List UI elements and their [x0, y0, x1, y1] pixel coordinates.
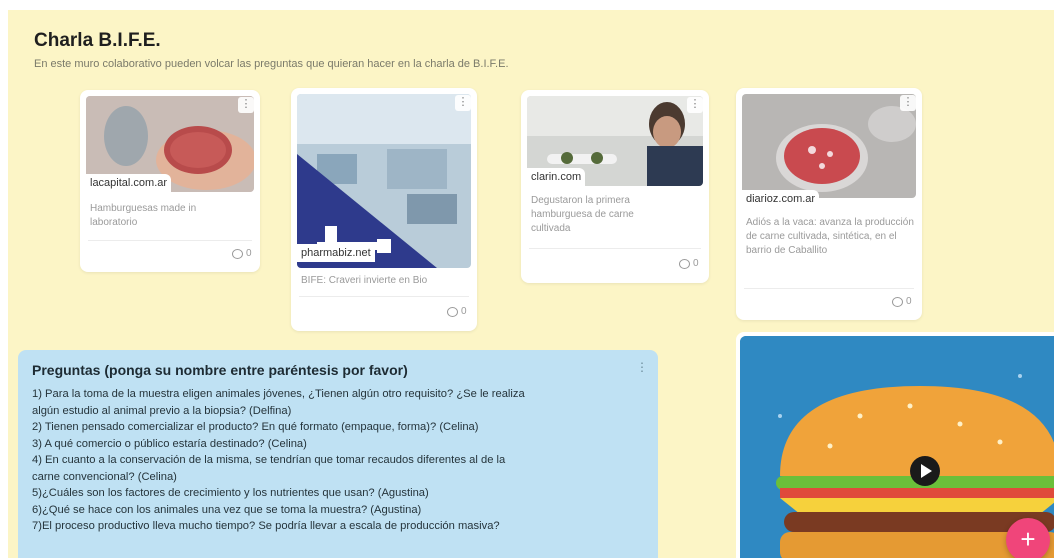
video-post-card[interactable]: [736, 332, 1054, 558]
card-menu-icon[interactable]: ⋮: [455, 95, 471, 111]
play-icon[interactable]: [910, 456, 940, 486]
post-card-clarin[interactable]: ⋮ clarin.com Degustaron la primera hambu…: [521, 90, 709, 283]
question-line: 1) Para la toma de la muestra eligen ani…: [32, 388, 525, 400]
laboratory-image: [297, 94, 471, 268]
card-menu-icon[interactable]: ⋮: [687, 97, 703, 113]
card-domain[interactable]: pharmabiz.net: [297, 244, 375, 262]
question-line: 2) Tienen pensado comercializar el produ…: [32, 421, 479, 433]
comment-count[interactable]: 0: [447, 306, 467, 317]
card-menu-icon[interactable]: ⋮: [900, 95, 916, 111]
card-divider: [88, 240, 252, 241]
post-card-lacapital[interactable]: ⋮ lacapital.com.ar Hamburguesas made in …: [80, 90, 260, 272]
burger-video-thumbnail[interactable]: [740, 336, 1054, 558]
comment-icon: [232, 248, 243, 259]
comment-icon: [679, 258, 690, 269]
card-menu-icon[interactable]: ⋮: [238, 97, 254, 113]
card-caption: Hamburguesas made in laboratorio: [90, 203, 197, 228]
comment-count[interactable]: 0: [892, 296, 912, 307]
card-domain[interactable]: diarioz.com.ar: [742, 190, 820, 208]
post-card-diarioz[interactable]: ⋮ diarioz.com.ar Adiós a la vaca: avanza…: [736, 88, 922, 320]
question-line: 7)El proceso productivo lleva mucho tiem…: [32, 520, 500, 532]
card-caption: Degustaron la primera hamburguesa de car…: [531, 195, 634, 234]
board-description: En este muro colaborativo pueden volcar …: [34, 58, 509, 70]
comment-icon: [892, 296, 903, 307]
question-line: algún estudio al animal previo a la biop…: [32, 404, 292, 417]
comment-count[interactable]: 0: [679, 258, 699, 269]
question-line: 6)¿Qué se hace con los animales una vez …: [32, 503, 422, 516]
card-domain[interactable]: clarin.com: [527, 168, 586, 186]
post-card-pharmabiz[interactable]: ⋮ pharmabiz.net BIFE: Craveri invierte e…: [291, 88, 477, 331]
card-divider: [299, 296, 469, 297]
questions-title: Preguntas (ponga su nombre entre parénte…: [32, 362, 408, 378]
question-line: 3) A qué comercio o público estaría dest…: [32, 437, 307, 450]
board-title: Charla B.I.F.E.: [34, 30, 161, 51]
card-caption: BIFE: Craveri invierte en Bio: [301, 275, 428, 286]
card-domain[interactable]: lacapital.com.ar: [86, 174, 172, 192]
question-line: 5)¿Cuáles son los factores de crecimient…: [32, 487, 429, 499]
comment-icon: [447, 306, 458, 317]
card-caption: Adiós a la vaca: avanza la producción de…: [746, 217, 914, 256]
question-line: 4) En cuanto a la conservación de la mis…: [32, 454, 506, 466]
card-divider: [744, 288, 914, 289]
add-post-button[interactable]: +: [1006, 518, 1050, 558]
comment-count[interactable]: 0: [232, 248, 252, 259]
card-menu-icon[interactable]: ⋮: [636, 360, 648, 374]
question-line: carne convencional? (Celina): [32, 470, 177, 483]
padlet-board: Charla B.I.F.E. En este muro colaborativ…: [8, 10, 1054, 558]
questions-card[interactable]: ⋮ Preguntas (ponga su nombre entre parén…: [18, 350, 658, 558]
card-divider: [529, 248, 701, 249]
petri-dish-image: [742, 94, 916, 198]
